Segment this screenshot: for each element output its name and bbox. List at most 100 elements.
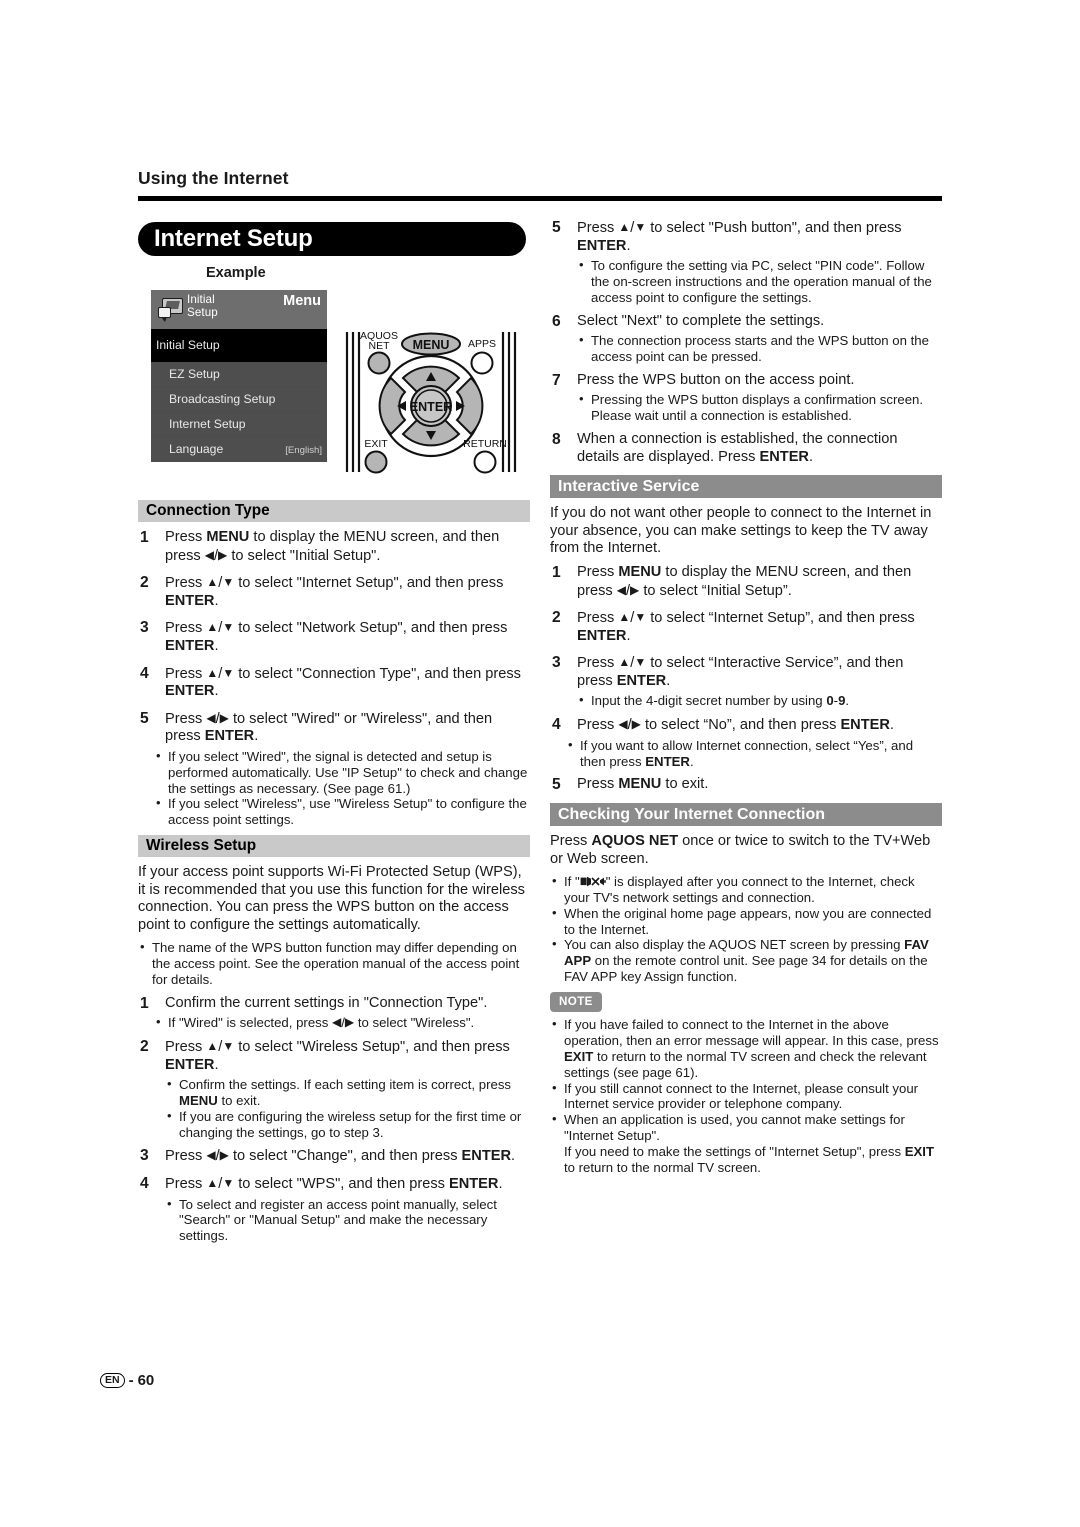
- bullet-item: If you select "Wireless", use "Wireless …: [154, 795, 530, 828]
- menu-row-internet-setup[interactable]: Internet Setup: [151, 412, 327, 437]
- bullet-item: If "Wired" is selected, press ◀/▶ to sel…: [154, 1014, 530, 1031]
- manual-page: Using the Internet Internet Setup Exampl…: [0, 0, 1080, 1527]
- step-text: Press the WPS button on the access point…: [577, 371, 855, 388]
- menu-row-language-label: Language: [169, 442, 224, 456]
- menu-row-broadcasting-setup[interactable]: Broadcasting Setup: [151, 387, 327, 412]
- bullet-item: When the original home page appears, now…: [550, 905, 942, 938]
- bullet-item: If you still cannot connect to the Inter…: [550, 1080, 942, 1113]
- step-text: Press MENU to exit.: [577, 776, 709, 793]
- remote-control-illustration: ENTER MENU AQUOS NET APPS EXIT RETURN: [345, 330, 517, 474]
- step-number: 2: [140, 1038, 149, 1056]
- menu-header-title-line1: Initial: [187, 293, 215, 306]
- bullet-list: Input the 4-digit secret number by using…: [577, 692, 942, 709]
- step-text: Press ▲/▼ to select “Interactive Service…: [577, 655, 904, 689]
- step-item: 5 Press ▲/▼ to select "Push button", and…: [550, 219, 942, 255]
- step-text: Press ◀/▶ to select "Change", and then p…: [165, 1148, 516, 1165]
- page-number: 60: [137, 1372, 155, 1389]
- svg-text:APPS: APPS: [468, 338, 496, 350]
- bullet-item: Input the 4-digit secret number by using…: [577, 692, 942, 709]
- step-number: 3: [140, 619, 149, 637]
- initial-setup-icon: [158, 298, 184, 322]
- bullet-list: If "Wired" is selected, press ◀/▶ to sel…: [154, 1014, 530, 1031]
- step-number: 4: [140, 664, 149, 682]
- svg-text:RETURN: RETURN: [463, 438, 507, 450]
- menu-header: Initial Setup Menu: [151, 290, 327, 329]
- step-number: 5: [140, 709, 149, 727]
- step-number: 7: [552, 371, 561, 389]
- bullet-item: If you want to allow Internet connection…: [566, 737, 942, 770]
- section-checking-connection-heading: Checking Your Internet Connection: [550, 803, 942, 827]
- menu-header-right-label: Menu: [283, 293, 321, 309]
- bullet-list: The name of the WPS button function may …: [138, 939, 530, 987]
- step-item: 1 Press MENU to display the MENU screen,…: [138, 529, 530, 565]
- step-item: 7 Press the WPS button on the access poi…: [550, 372, 942, 390]
- note-block: NOTE If you have failed to connect to th…: [550, 991, 942, 1176]
- step-text: Press ◀/▶ to select “No”, and then press…: [577, 717, 894, 734]
- step-number: 5: [552, 776, 561, 794]
- step-item: 2 Press ▲/▼ to select “Internet Setup”, …: [550, 609, 942, 645]
- right-column: 5 Press ▲/▼ to select "Push button", and…: [550, 219, 942, 1182]
- bullet-item: The connection process starts and the WP…: [577, 332, 942, 365]
- bullet-item: Pressing the WPS button displays a confi…: [577, 391, 942, 424]
- step-item: 3 Press ◀/▶ to select "Change", and then…: [138, 1147, 530, 1166]
- example-label: Example: [206, 265, 266, 281]
- step-item: 5 Press MENU to exit.: [550, 776, 942, 794]
- step-text: Press ▲/▼ to select "Internet Setup", an…: [165, 575, 504, 609]
- step-number: 4: [552, 716, 561, 734]
- bullet-item: When an application is used, you cannot …: [550, 1111, 942, 1175]
- step-number: 1: [140, 994, 149, 1012]
- step-item: 5 Press ◀/▶ to select "Wired" or "Wirele…: [138, 710, 530, 746]
- bullet-list: If "" is displayed after you connect to …: [550, 873, 942, 985]
- step-number: 4: [140, 1175, 149, 1193]
- interactive-service-intro: If you do not want other people to conne…: [550, 505, 932, 557]
- step-text: Press ▲/▼ to select "Push button", and t…: [577, 220, 902, 254]
- bullet-list: To configure the setting via PC, select …: [577, 257, 942, 305]
- menu-header-title: Initial Setup: [187, 293, 218, 319]
- step-text: Press MENU to display the MENU screen, a…: [165, 529, 500, 564]
- bullet-item: You can also display the AQUOS NET scree…: [550, 936, 942, 984]
- step-text: Press MENU to display the MENU screen, a…: [577, 563, 912, 599]
- bullet-list: The connection process starts and the WP…: [577, 332, 942, 365]
- svg-text:MENU: MENU: [413, 338, 450, 352]
- step-item: 3 Press ▲/▼ to select "Network Setup", a…: [138, 619, 530, 655]
- svg-text:EXIT: EXIT: [364, 438, 388, 450]
- svg-text:ENTER: ENTER: [410, 400, 452, 414]
- step-number: 3: [552, 654, 561, 672]
- bullet-item: If you have failed to connect to the Int…: [550, 1016, 942, 1080]
- page-title: Internet Setup: [138, 222, 526, 256]
- step-item: 1 Confirm the current settings in "Conne…: [138, 995, 530, 1013]
- section-wireless-setup-heading: Wireless Setup: [138, 834, 530, 857]
- bullet-item: If "" is displayed after you connect to …: [550, 873, 942, 906]
- step-number: 8: [552, 430, 561, 448]
- step-item: 4 Press ▲/▼ to select "WPS", and then pr…: [138, 1175, 530, 1194]
- step-number: 2: [552, 609, 561, 627]
- tv-menu-mock: Initial Setup Menu Initial Setup EZ Setu…: [151, 290, 327, 470]
- menu-row-initial-setup[interactable]: Initial Setup: [151, 329, 327, 362]
- step-number: 6: [552, 312, 561, 330]
- step-number: 1: [552, 563, 561, 581]
- step-number: 2: [140, 574, 149, 592]
- step-item: 4 Press ◀/▶ to select “No”, and then pre…: [550, 716, 942, 735]
- wireless-setup-intro: If your access point supports Wi-Fi Prot…: [138, 863, 525, 933]
- section-connection-type-heading: Connection Type: [138, 500, 530, 522]
- bullet-item: Confirm the settings. If each setting it…: [165, 1076, 530, 1109]
- step-text: When a connection is established, the co…: [577, 430, 898, 465]
- step-text: Press ◀/▶ to select "Wired" or "Wireless…: [165, 710, 493, 745]
- step-text: Press ▲/▼ to select "Wireless Setup", an…: [165, 1039, 510, 1073]
- step-number: 1: [140, 529, 149, 546]
- menu-row-ez-setup[interactable]: EZ Setup: [151, 362, 327, 387]
- step-text: Press ▲/▼ to select "Network Setup", and…: [165, 620, 508, 654]
- step-text: Select "Next" to complete the settings.: [577, 312, 825, 329]
- bullet-item: To configure the setting via PC, select …: [577, 257, 942, 305]
- bullet-list: Pressing the WPS button displays a confi…: [577, 391, 942, 424]
- menu-row-language[interactable]: Language [English]: [151, 437, 327, 462]
- bullet-item: If you are configuring the wireless setu…: [165, 1108, 530, 1141]
- bullet-list: To select and register an access point m…: [165, 1196, 530, 1244]
- menu-row-language-value: [English]: [285, 445, 322, 456]
- step-number: 3: [140, 1147, 149, 1165]
- language-code-badge: EN: [100, 1373, 125, 1388]
- step-text: Press ▲/▼ to select "WPS", and then pres…: [165, 1176, 503, 1193]
- example-figure: Example Initial Setup Menu Initial Setup…: [138, 262, 530, 500]
- step-item: 2 Press ▲/▼ to select "Wireless Setup", …: [138, 1038, 530, 1074]
- step-item: 6 Select "Next" to complete the settings…: [550, 313, 942, 331]
